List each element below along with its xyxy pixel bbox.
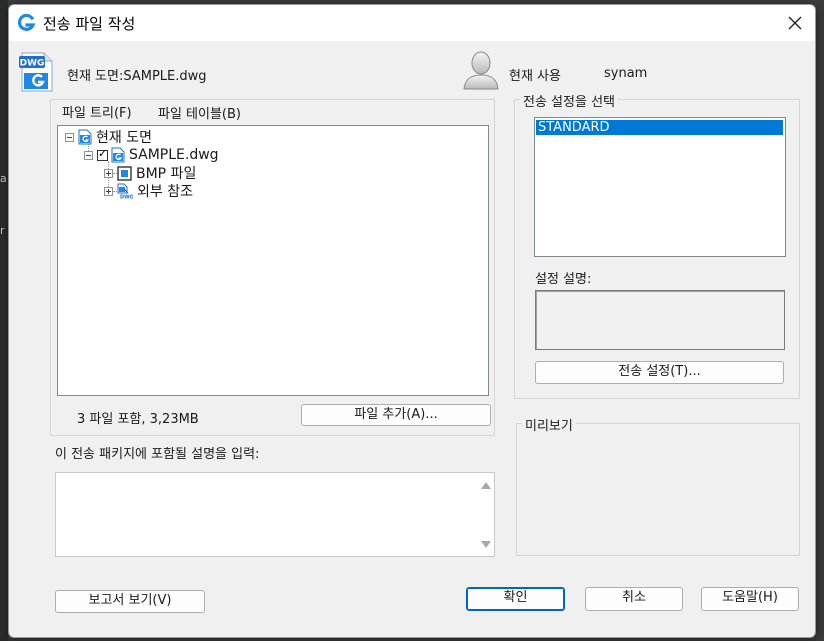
list-item[interactable]: STANDARD: [536, 120, 783, 135]
notes-textarea[interactable]: [55, 472, 495, 557]
background-app-strip: [0, 0, 8, 641]
bmp-image-icon: [117, 165, 132, 181]
scroll-down-icon[interactable]: [481, 541, 491, 548]
close-icon[interactable]: [783, 11, 807, 35]
scroll-up-icon[interactable]: [481, 482, 491, 489]
tree-item-xrefs[interactable]: DWG 외부 참조: [104, 182, 193, 200]
include-checkbox[interactable]: [97, 147, 108, 161]
dwg-icon-text: DWG: [20, 59, 45, 69]
tree-item-bmp-files[interactable]: BMP 파일: [104, 164, 196, 182]
collapse-icon[interactable]: [84, 150, 93, 160]
current-user-name: synam: [604, 66, 648, 81]
tree-item-label: 현재 도면: [96, 130, 152, 146]
transmit-setup-legend: 전송 설정을 선택: [520, 91, 618, 110]
background-glyph: a: [0, 172, 7, 185]
title-bar: 전송 파일 작성: [9, 5, 815, 41]
help-button[interactable]: 도움말(H): [701, 587, 799, 611]
tree-item-label: BMP 파일: [136, 166, 197, 182]
cancel-button[interactable]: 취소: [585, 587, 683, 611]
expand-icon[interactable]: [104, 186, 113, 196]
tree-item-sample-dwg[interactable]: SAMPLE.dwg: [84, 146, 219, 164]
transmit-setup-button[interactable]: 전송 설정(T)...: [535, 361, 784, 384]
svg-text:DWG: DWG: [120, 195, 133, 200]
user-avatar-icon: [463, 51, 499, 90]
gstarcad-logo-icon: [18, 14, 36, 31]
expand-icon[interactable]: [104, 168, 113, 178]
current-user-label: 현재 사용: [509, 69, 561, 84]
xref-icon: DWG: [117, 183, 133, 199]
view-report-button[interactable]: 보고서 보기(V): [55, 590, 205, 613]
preview-group: [516, 423, 800, 556]
tab-file-tree[interactable]: 파일 트리(F): [58, 102, 136, 121]
notes-label: 이 전송 패키지에 포함될 설명을 입력:: [55, 447, 260, 462]
transmittal-dialog: 전송 파일 작성 DWG 현재 도면:SAMPLE.dwg 현재 사용 syna…: [8, 4, 816, 638]
tree-item-label: SAMPLE.dwg: [129, 147, 219, 163]
setup-description-box: [535, 290, 785, 350]
setup-description-label: 설정 설명:: [535, 272, 592, 287]
dialog-title: 전송 파일 작성: [43, 15, 136, 33]
transmit-setup-list[interactable]: STANDARD: [534, 117, 786, 257]
collapse-icon[interactable]: [65, 132, 74, 142]
dwg-small-icon: [111, 147, 125, 163]
preview-legend: 미리보기: [522, 415, 576, 434]
ok-button[interactable]: 확인: [466, 587, 565, 611]
tab-file-table[interactable]: 파일 테이블(B): [158, 103, 241, 122]
current-drawing-label: 현재 도면:SAMPLE.dwg: [67, 69, 207, 84]
background-glyph: r: [0, 224, 5, 237]
file-summary: 3 파일 포함, 3,23MB: [77, 412, 199, 427]
file-tree[interactable]: 현재 도면 SAMPLE.dwg BMP 파일: [57, 125, 489, 396]
dwg-file-icon: DWG: [19, 52, 53, 92]
notes-scrollbar[interactable]: [477, 473, 494, 556]
add-file-button[interactable]: 파일 추가(A)...: [301, 404, 491, 426]
drawing-file-icon: [78, 129, 92, 145]
tree-item-current-drawing[interactable]: 현재 도면: [65, 128, 152, 146]
tree-item-label: 외부 참조: [137, 184, 193, 200]
